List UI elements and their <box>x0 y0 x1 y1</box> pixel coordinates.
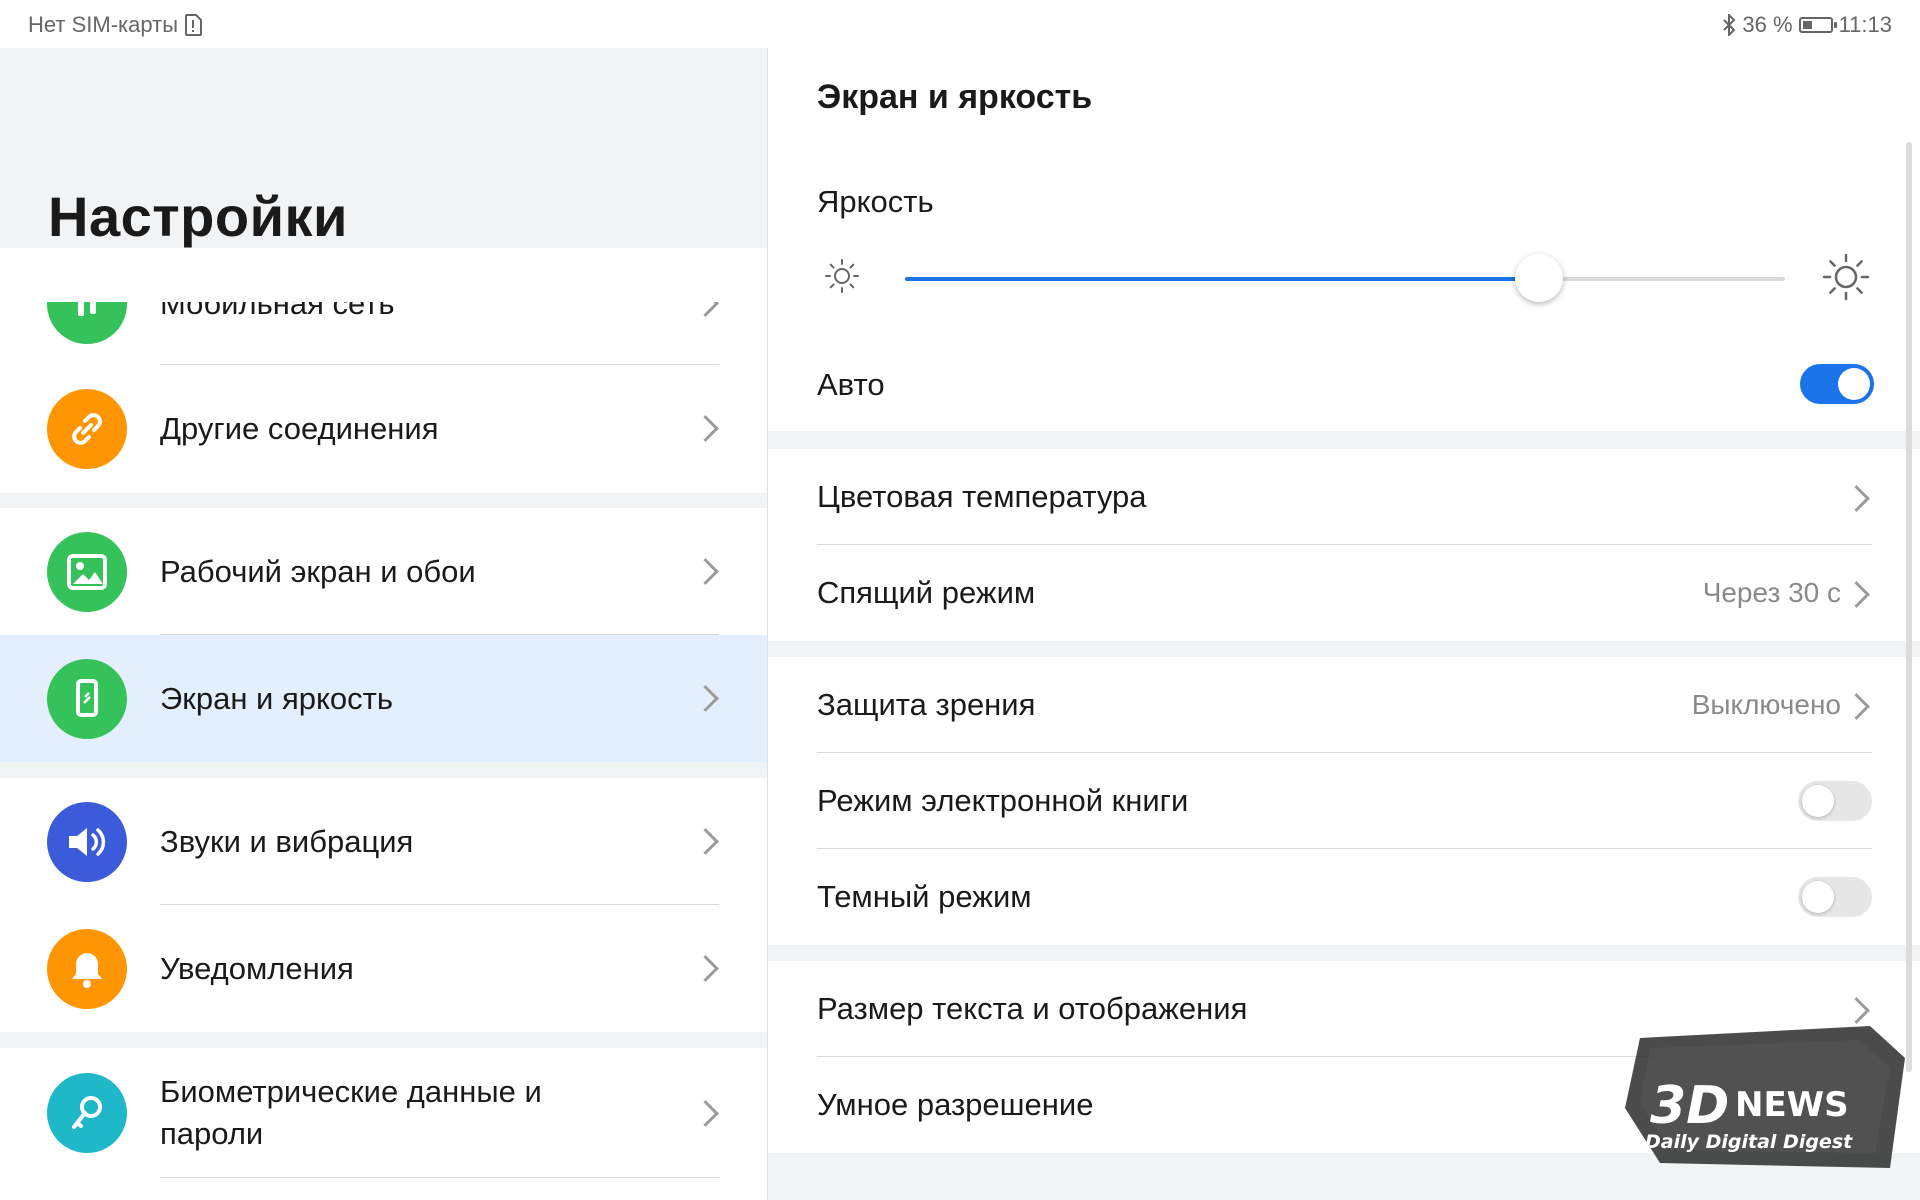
toggle-knob <box>1802 785 1834 817</box>
sidebar-item-mobile-network[interactable]: Мобильная сеть <box>0 285 767 367</box>
eye-protection-label: Защита зрения <box>817 687 1036 722</box>
status-left: Нет SIM-карты <box>28 12 203 38</box>
page-title: Настройки <box>48 185 348 248</box>
brightness-section: Экран и яркость Яркость Авто <box>768 48 1920 431</box>
image-icon <box>47 531 127 612</box>
text-size-label: Размер текста и отображения <box>817 991 1248 1026</box>
smart-resolution-label: Умное разрешение <box>817 1087 1094 1122</box>
eye-protection-row[interactable]: Защита зрения Выключено <box>768 657 1920 753</box>
speaker-icon <box>47 801 127 882</box>
sidebar-item-other-connections[interactable]: Другие соединения <box>0 365 767 492</box>
detail-title: Экран и яркость <box>817 78 1093 116</box>
link-icon <box>47 388 127 469</box>
chevron-right-icon <box>692 415 719 442</box>
group-connections: Мобильная сеть Другие соединения <box>0 248 767 493</box>
ebook-mode-row: Режим электронной книги <box>768 753 1920 849</box>
sim-alert-icon <box>185 14 203 36</box>
scrollbar[interactable] <box>1906 142 1912 1072</box>
sidebar-item-label: Экран и яркость <box>160 680 394 716</box>
chevron-right-icon <box>1843 485 1870 512</box>
eye-protection-value: Выключено <box>1691 689 1841 720</box>
chevron-right-icon <box>692 828 719 855</box>
clock: 11:13 <box>1838 12 1892 37</box>
auto-brightness-toggle[interactable] <box>1800 364 1874 404</box>
mobile-network-icon <box>47 302 127 344</box>
sidebar-item-label: Рабочий экран и обои <box>160 553 476 589</box>
chevron-right-icon <box>1843 693 1870 720</box>
sidebar-item-sounds[interactable]: Звуки и вибрация <box>0 778 767 905</box>
chevron-right-icon <box>692 1099 719 1127</box>
sleep-label: Спящий режим <box>817 575 1036 610</box>
ebook-mode-label: Режим электронной книги <box>817 783 1189 818</box>
status-bar: Нет SIM-карты 36 % 11:13 <box>0 0 1920 48</box>
sleep-value: Через 30 с <box>1702 577 1841 608</box>
sidebar-item-label: Звуки и вибрация <box>160 823 414 859</box>
bluetooth-icon <box>1723 14 1736 36</box>
bell-icon <box>47 928 127 1009</box>
settings-list-panel: Настройки Мобильная сеть Другие соединен… <box>0 48 767 1200</box>
group-eye-modes: Защита зрения Выключено Режим электронно… <box>768 657 1920 945</box>
chevron-right-icon <box>1843 581 1870 608</box>
brightness-slider[interactable] <box>905 254 1785 302</box>
sidebar-item-label: Биометрические данные и пароли <box>160 1074 542 1151</box>
chevron-right-icon <box>692 302 719 317</box>
svg-text:Daily Digital Digest: Daily Digital Digest <box>1645 1131 1853 1153</box>
color-temperature-label: Цветовая температура <box>817 479 1147 514</box>
group-sounds: Звуки и вибрация Уведомления <box>0 778 767 1032</box>
sidebar-item-label: Другие соединения <box>160 410 439 446</box>
battery-icon <box>1798 17 1837 33</box>
toggle-knob <box>1838 368 1870 400</box>
sun-small-icon <box>825 259 859 293</box>
sidebar-item-display-brightness[interactable]: Экран и яркость <box>0 635 767 762</box>
sidebar-item-label: Мобильная сеть <box>160 285 395 321</box>
dark-mode-row: Темный режим <box>768 849 1920 945</box>
dark-mode-toggle[interactable] <box>1798 877 1872 917</box>
group-display: Рабочий экран и обои Экран и яркость <box>0 508 767 762</box>
chevron-right-icon <box>692 685 719 712</box>
carrier-text: Нет SIM-карты <box>28 12 179 37</box>
sidebar-item-notifications[interactable]: Уведомления <box>0 905 767 1032</box>
sidebar-item-home-screen[interactable]: Рабочий экран и обои <box>0 508 767 635</box>
dark-mode-label: Темный режим <box>817 879 1032 914</box>
sun-large-icon <box>1822 253 1870 301</box>
toggle-knob <box>1802 881 1834 913</box>
key-icon <box>47 1073 127 1153</box>
battery-fill <box>1802 21 1812 29</box>
ebook-mode-toggle[interactable] <box>1798 781 1872 821</box>
phone-display-icon <box>47 658 127 739</box>
chevron-right-icon <box>692 955 719 982</box>
chevron-right-icon <box>692 558 719 585</box>
3dnews-watermark-logo: 3D NEWS Daily Digital Digest <box>1625 1026 1905 1168</box>
auto-brightness-label: Авто <box>817 367 885 402</box>
status-right: 36 % 11:13 <box>1722 12 1892 38</box>
divider <box>160 1177 719 1178</box>
svg-text:NEWS: NEWS <box>1735 1085 1849 1125</box>
group-security: Биометрические данные и пароли <box>0 1048 767 1200</box>
sleep-row[interactable]: Спящий режим Через 30 с <box>768 545 1920 641</box>
brightness-label: Яркость <box>817 184 934 219</box>
brightness-slider-thumb[interactable] <box>1514 254 1563 302</box>
color-temperature-row[interactable]: Цветовая температура <box>768 449 1920 545</box>
sidebar-item-biometrics[interactable]: Биометрические данные и пароли <box>0 1048 767 1178</box>
brightness-slider-fill <box>905 277 1539 281</box>
sidebar-item-label: Уведомления <box>160 950 354 986</box>
svg-text:3D: 3D <box>1650 1076 1729 1136</box>
battery-percent: 36 % <box>1742 12 1793 37</box>
group-color-sleep: Цветовая температура Спящий режим Через … <box>768 449 1920 641</box>
